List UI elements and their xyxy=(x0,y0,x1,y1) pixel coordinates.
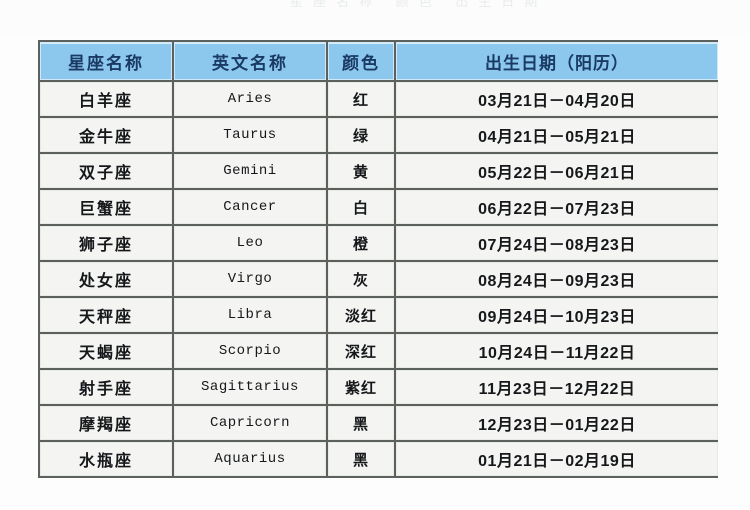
table-row: 双子座 Gemini 黄 05月22日－06月21日 xyxy=(40,154,718,188)
table-row: 射手座 Sagittarius 紫红 11月23日－12月22日 xyxy=(40,370,718,404)
table-row: 天秤座 Libra 淡红 09月24日－10月23日 xyxy=(40,298,718,332)
cell-color: 红 xyxy=(328,82,394,116)
cell-birth-date: 07月24日－08月23日 xyxy=(396,226,718,260)
cell-zodiac-name: 天蝎座 xyxy=(40,334,172,368)
table-row: 水瓶座 Aquarius 黑 01月21日－02月19日 xyxy=(40,442,718,476)
cell-birth-date: 06月22日－07月23日 xyxy=(396,190,718,224)
cell-english-name: Aries xyxy=(174,82,326,116)
table-row: 处女座 Virgo 灰 08月24日－09月23日 xyxy=(40,262,718,296)
cell-color: 橙 xyxy=(328,226,394,260)
cell-color: 黑 xyxy=(328,406,394,440)
cell-zodiac-name: 双子座 xyxy=(40,154,172,188)
cell-color: 黑 xyxy=(328,442,394,476)
cell-color: 白 xyxy=(328,190,394,224)
cell-birth-date: 11月23日－12月22日 xyxy=(396,370,718,404)
cell-zodiac-name: 处女座 xyxy=(40,262,172,296)
table-row: 巨蟹座 Cancer 白 06月22日－07月23日 xyxy=(40,190,718,224)
table-row: 摩羯座 Capricorn 黑 12月23日－01月22日 xyxy=(40,406,718,440)
cell-birth-date: 01月21日－02月19日 xyxy=(396,442,718,476)
cell-english-name: Sagittarius xyxy=(174,370,326,404)
cell-color: 淡红 xyxy=(328,298,394,332)
column-header-birthdate: 出生日期（阳历） xyxy=(396,42,718,80)
cell-english-name: Scorpio xyxy=(174,334,326,368)
cell-color: 紫红 xyxy=(328,370,394,404)
table-header: 星座名称 英文名称 颜色 出生日期（阳历） xyxy=(40,42,718,80)
cell-zodiac-name: 射手座 xyxy=(40,370,172,404)
cell-birth-date: 04月21日－05月21日 xyxy=(396,118,718,152)
cell-zodiac-name: 白羊座 xyxy=(40,82,172,116)
cell-english-name: Aquarius xyxy=(174,442,326,476)
cell-english-name: Leo xyxy=(174,226,326,260)
column-header-name: 星座名称 xyxy=(40,42,172,80)
table-row: 白羊座 Aries 红 03月21日－04月20日 xyxy=(40,82,718,116)
cell-color: 灰 xyxy=(328,262,394,296)
cell-zodiac-name: 金牛座 xyxy=(40,118,172,152)
cell-english-name: Taurus xyxy=(174,118,326,152)
cell-english-name: Virgo xyxy=(174,262,326,296)
table-row: 金牛座 Taurus 绿 04月21日－05月21日 xyxy=(40,118,718,152)
cell-zodiac-name: 狮子座 xyxy=(40,226,172,260)
cell-birth-date: 09月24日－10月23日 xyxy=(396,298,718,332)
header-row: 星座名称 英文名称 颜色 出生日期（阳历） xyxy=(40,42,718,80)
cell-english-name: Libra xyxy=(174,298,326,332)
cell-birth-date: 05月22日－06月21日 xyxy=(396,154,718,188)
cell-color: 黄 xyxy=(328,154,394,188)
table-row: 狮子座 Leo 橙 07月24日－08月23日 xyxy=(40,226,718,260)
cell-color: 深红 xyxy=(328,334,394,368)
cell-birth-date: 12月23日－01月22日 xyxy=(396,406,718,440)
zodiac-table: 星座名称 英文名称 颜色 出生日期（阳历） 白羊座 Aries 红 03月21日－04… xyxy=(38,40,718,478)
cell-english-name: Capricorn xyxy=(174,406,326,440)
cell-zodiac-name: 巨蟹座 xyxy=(40,190,172,224)
cell-birth-date: 10月24日－11月22日 xyxy=(396,334,718,368)
cell-zodiac-name: 摩羯座 xyxy=(40,406,172,440)
cell-birth-date: 03月21日－04月20日 xyxy=(396,82,718,116)
table-body: 白羊座 Aries 红 03月21日－04月20日 金牛座 Taurus 绿 04月21日－0… xyxy=(40,82,718,476)
column-header-color: 颜色 xyxy=(328,42,394,80)
cell-birth-date: 08月24日－09月23日 xyxy=(396,262,718,296)
cell-english-name: Cancer xyxy=(174,190,326,224)
cell-zodiac-name: 水瓶座 xyxy=(40,442,172,476)
zodiac-table-container: 星座名称 英文名称 颜色 出生日期（阳历） 白羊座 Aries 红 03月21日－04… xyxy=(38,40,718,510)
cell-color: 绿 xyxy=(328,118,394,152)
cell-zodiac-name: 天秤座 xyxy=(40,298,172,332)
table-row: 天蝎座 Scorpio 深红 10月24日－11月22日 xyxy=(40,334,718,368)
clipped-previous-row: 星座名称 颜色 出生日期 xyxy=(0,0,750,34)
clipped-row-text: 星座名称 颜色 出生日期 xyxy=(290,0,548,9)
cell-english-name: Gemini xyxy=(174,154,326,188)
column-header-english: 英文名称 xyxy=(174,42,326,80)
